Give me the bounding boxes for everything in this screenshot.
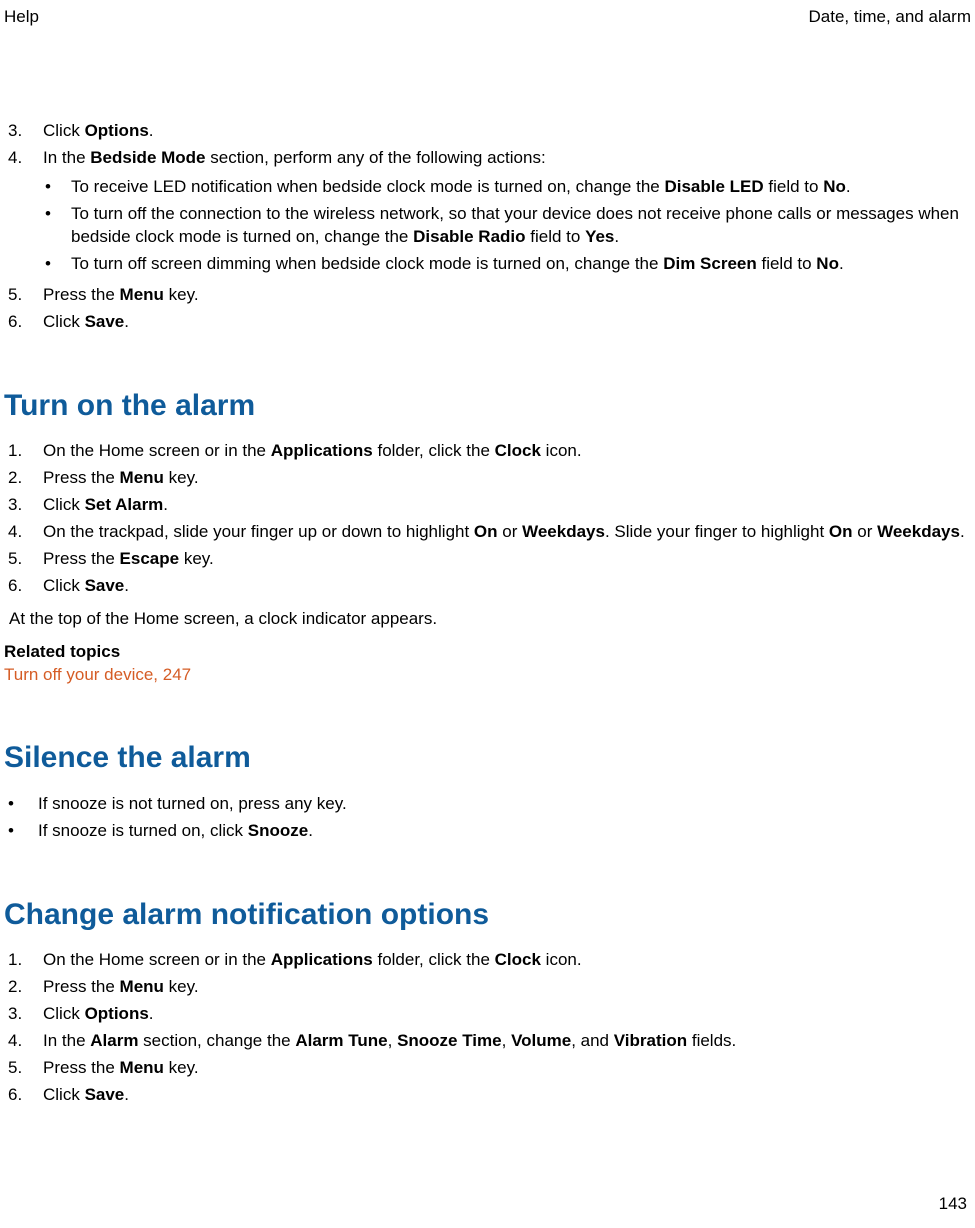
bullet-item-text: If snooze is turned on, click Snooze.	[38, 820, 971, 843]
list-item-number: 5.	[4, 284, 43, 307]
list-item-sub-container: •To receive LED notification when bedsid…	[4, 174, 971, 280]
page-number: 143	[939, 1193, 967, 1216]
sub-list-item: •To turn off screen dimming when bedside…	[43, 253, 971, 276]
list-item-number: 3.	[4, 120, 43, 143]
sub-list-wrap: •To receive LED notification when bedsid…	[43, 174, 971, 280]
header-right: Date, time, and alarm	[808, 6, 971, 29]
header-left: Help	[4, 6, 39, 29]
list-item-text: Click Save.	[43, 311, 971, 334]
intro-ordered-list: 3.Click Options.4.In the Bedside Mode se…	[4, 120, 971, 334]
sub-list-item-text: To receive LED notification when bedside…	[71, 176, 971, 199]
bullet-icon: •	[4, 793, 38, 816]
list-item: 6.Click Save.	[4, 1084, 971, 1107]
list-item-number: 3.	[4, 494, 43, 517]
bullet-item-text: If snooze is not turned on, press any ke…	[38, 793, 971, 816]
page: Help Date, time, and alarm 3.Click Optio…	[0, 0, 975, 1228]
list-item-text: On the trackpad, slide your finger up or…	[43, 521, 971, 544]
list-item-text: Click Options.	[43, 120, 971, 143]
heading-change-alarm-options: Change alarm notification options	[4, 895, 971, 936]
turn-on-alarm-list: 1.On the Home screen or in the Applicati…	[4, 440, 971, 598]
sub-list-item-text: To turn off screen dimming when bedside …	[71, 253, 971, 276]
list-item-number: 6.	[4, 1084, 43, 1107]
list-item-text: Press the Menu key.	[43, 976, 971, 999]
list-item-text: Press the Menu key.	[43, 1057, 971, 1080]
bullet-item: •If snooze is turned on, click Snooze.	[4, 820, 971, 843]
list-item: 2.Press the Menu key.	[4, 467, 971, 490]
related-link-turn-off-device[interactable]: Turn off your device, 247	[4, 664, 191, 687]
list-item-text: On the Home screen or in the Application…	[43, 440, 971, 463]
list-item: 1.On the Home screen or in the Applicati…	[4, 949, 971, 972]
list-item-text: Click Save.	[43, 1084, 971, 1107]
list-item-number: 2.	[4, 467, 43, 490]
change-alarm-options-list: 1.On the Home screen or in the Applicati…	[4, 949, 971, 1107]
sub-list-item: •To receive LED notification when bedsid…	[43, 176, 971, 199]
list-item-text: On the Home screen or in the Application…	[43, 949, 971, 972]
list-item-text: Click Save.	[43, 575, 971, 598]
bullet-icon: •	[4, 820, 38, 843]
list-item: 3.Click Set Alarm.	[4, 494, 971, 517]
list-item: 3.Click Options.	[4, 120, 971, 143]
list-item: 1.On the Home screen or in the Applicati…	[4, 440, 971, 463]
list-item-number: 2.	[4, 976, 43, 999]
list-item-number: 4.	[4, 1030, 43, 1053]
list-item: 6.Click Save.	[4, 575, 971, 598]
list-item: 4.On the trackpad, slide your finger up …	[4, 521, 971, 544]
heading-silence-alarm: Silence the alarm	[4, 738, 971, 779]
list-item-number: 3.	[4, 1003, 43, 1026]
list-item-number: 5.	[4, 1057, 43, 1080]
spacer	[4, 174, 43, 280]
list-item: 5.Press the Menu key.	[4, 284, 971, 307]
list-item: 3.Click Options.	[4, 1003, 971, 1026]
list-item: 2.Press the Menu key.	[4, 976, 971, 999]
list-item-text: Press the Menu key.	[43, 467, 971, 490]
turn-on-alarm-note: At the top of the Home screen, a clock i…	[9, 608, 971, 631]
list-item-number: 4.	[4, 521, 43, 544]
bullet-item: •If snooze is not turned on, press any k…	[4, 793, 971, 816]
bullet-icon: •	[43, 176, 71, 199]
silence-alarm-bullets: •If snooze is not turned on, press any k…	[4, 793, 971, 843]
page-content: 3.Click Options.4.In the Bedside Mode se…	[4, 120, 971, 1111]
list-item-number: 6.	[4, 311, 43, 334]
list-item-text: In the Bedside Mode section, perform any…	[43, 147, 971, 170]
list-item-text: Press the Menu key.	[43, 284, 971, 307]
heading-turn-on-alarm: Turn on the alarm	[4, 386, 971, 427]
bullet-icon: •	[43, 253, 71, 276]
list-item-number: 6.	[4, 575, 43, 598]
page-header: Help Date, time, and alarm	[4, 6, 971, 29]
list-item: 6.Click Save.	[4, 311, 971, 334]
list-item-number: 4.	[4, 147, 43, 170]
list-item-number: 5.	[4, 548, 43, 571]
list-item-text: Press the Escape key.	[43, 548, 971, 571]
list-item-text: Click Options.	[43, 1003, 971, 1026]
sub-list-item: •To turn off the connection to the wirel…	[43, 203, 971, 249]
list-item-text: In the Alarm section, change the Alarm T…	[43, 1030, 971, 1053]
sub-list-item-text: To turn off the connection to the wirele…	[71, 203, 971, 249]
list-item-text: Click Set Alarm.	[43, 494, 971, 517]
list-item: 5.Press the Escape key.	[4, 548, 971, 571]
bullet-icon: •	[43, 203, 71, 249]
list-item: 5.Press the Menu key.	[4, 1057, 971, 1080]
list-item-number: 1.	[4, 949, 43, 972]
list-item-number: 1.	[4, 440, 43, 463]
list-item: 4.In the Alarm section, change the Alarm…	[4, 1030, 971, 1053]
related-topics-title: Related topics	[4, 641, 971, 664]
sub-bullet-list: •To receive LED notification when bedsid…	[43, 176, 971, 276]
list-item: 4.In the Bedside Mode section, perform a…	[4, 147, 971, 170]
